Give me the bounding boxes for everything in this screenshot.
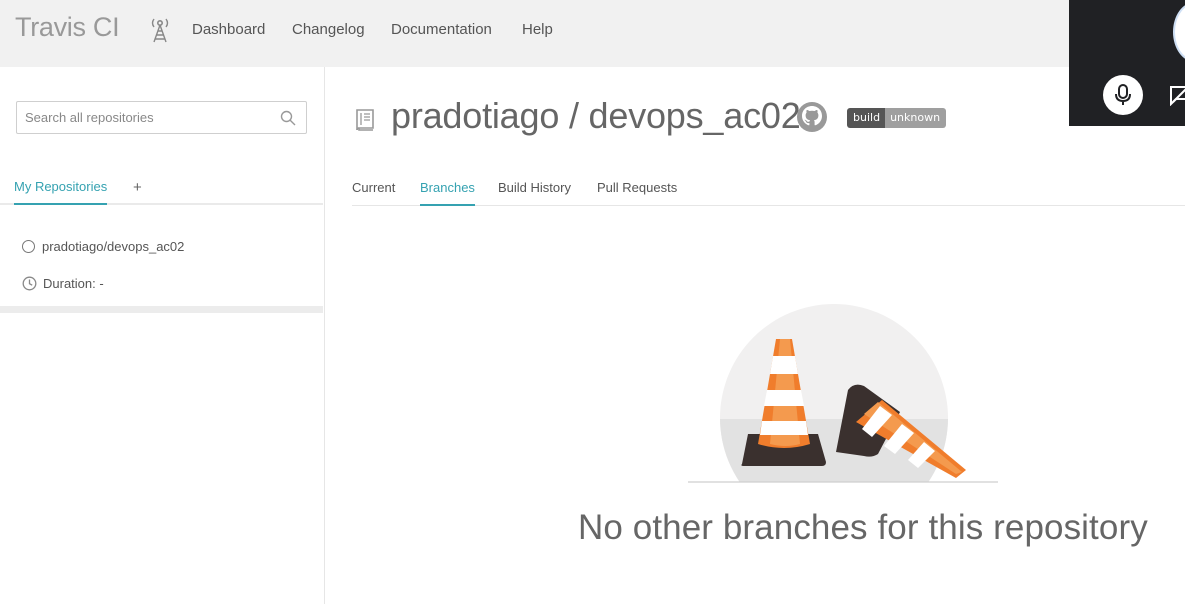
call-overlay-widget <box>1069 0 1185 126</box>
microphone-button[interactable] <box>1103 75 1143 115</box>
repo-book-icon <box>356 109 374 131</box>
travis-ci-logo[interactable]: Travis CI <box>15 12 120 43</box>
badge-status: unknown <box>885 108 947 128</box>
github-icon[interactable] <box>796 101 828 133</box>
avatar[interactable] <box>1173 2 1185 62</box>
nav-changelog-link[interactable]: Changelog <box>292 21 365 38</box>
tab-my-repositories[interactable]: My Repositories <box>14 179 108 205</box>
repo-name-label[interactable]: pradotiago/devops_ac02 <box>42 239 184 254</box>
antenna-icon <box>151 18 169 43</box>
sidebar-tabs: My Repositories + <box>0 177 323 205</box>
tab-branches[interactable]: Branches <box>420 180 475 206</box>
build-status-badge[interactable]: build unknown <box>847 108 947 128</box>
top-navigation-bar: Travis CI Dashboard Changelog Documentat… <box>0 0 1185 67</box>
tab-pull-requests[interactable]: Pull Requests <box>597 180 677 195</box>
clock-icon <box>22 276 37 291</box>
repo-tabs: Current Branches Build History Pull Requ… <box>352 170 1185 206</box>
add-repository-tab[interactable]: + <box>133 179 142 196</box>
nav-dashboard-link[interactable]: Dashboard <box>192 21 265 38</box>
traffic-cones-illustration <box>688 304 998 483</box>
repo-duration: Duration: - <box>22 276 104 291</box>
search-icon[interactable] <box>280 110 296 126</box>
page-title: pradotiago / devops_ac02 <box>391 95 801 136</box>
tab-build-history[interactable]: Build History <box>498 180 571 195</box>
empty-state-message: No other branches for this repository <box>578 508 1148 547</box>
badge-label: build <box>847 108 886 128</box>
tab-current[interactable]: Current <box>352 180 395 195</box>
sidebar-repo-item[interactable]: pradotiago/devops_ac02 <box>22 239 184 254</box>
nav-help-link[interactable]: Help <box>522 21 553 38</box>
sidebar: My Repositories + pradotiago/devops_ac02… <box>0 67 325 604</box>
search-box <box>16 101 307 134</box>
nav-documentation-link[interactable]: Documentation <box>391 21 492 38</box>
microphone-icon <box>1115 84 1131 105</box>
captions-icon[interactable] <box>1169 84 1185 106</box>
sidebar-divider <box>0 306 323 313</box>
search-input[interactable] <box>17 102 267 133</box>
status-ring-icon <box>22 240 35 253</box>
duration-label: Duration: - <box>43 276 104 291</box>
